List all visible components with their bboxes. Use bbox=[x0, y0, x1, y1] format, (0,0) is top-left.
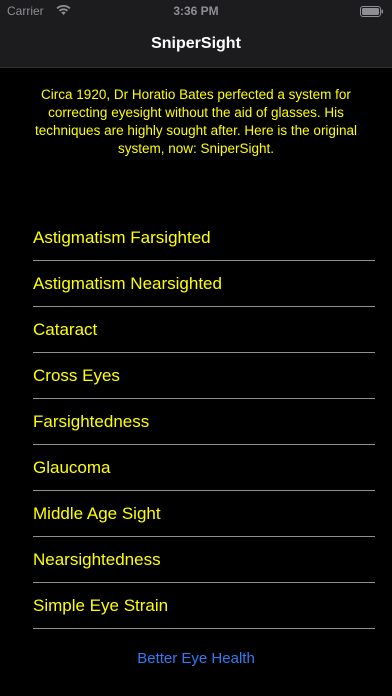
list-item-cross-eyes[interactable]: Cross Eyes bbox=[33, 353, 375, 399]
list-item-astigmatism-nearsighted[interactable]: Astigmatism Nearsighted bbox=[33, 261, 375, 307]
list-item-label: Glaucoma bbox=[33, 458, 111, 477]
clock-label: 3:36 PM bbox=[173, 4, 219, 18]
list-item-label: Nearsightedness bbox=[33, 550, 161, 569]
list-item-astigmatism-farsighted[interactable]: Astigmatism Farsighted bbox=[33, 215, 375, 261]
list-item-label: Astigmatism Nearsighted bbox=[33, 274, 222, 293]
better-eye-health-link[interactable]: Better Eye Health bbox=[0, 650, 392, 667]
status-bar: Carrier 3:36 PM bbox=[0, 0, 392, 22]
condition-list: Astigmatism Farsighted Astigmatism Nears… bbox=[33, 215, 375, 629]
page-title: SniperSight bbox=[151, 35, 241, 52]
intro-text: Circa 1920, Dr Horatio Bates perfected a… bbox=[35, 87, 357, 156]
list-item-glaucoma[interactable]: Glaucoma bbox=[33, 445, 375, 491]
navigation-bar: SniperSight bbox=[0, 22, 392, 68]
list-item-label: Farsightedness bbox=[33, 412, 150, 431]
list-item-label: Simple Eye Strain bbox=[33, 596, 169, 615]
list-item-farsightedness[interactable]: Farsightedness bbox=[33, 399, 375, 445]
list-item-label: Middle Age Sight bbox=[33, 504, 161, 523]
list-item-middle-age-sight[interactable]: Middle Age Sight bbox=[33, 491, 375, 537]
list-item-simple-eye-strain[interactable]: Simple Eye Strain bbox=[33, 583, 375, 629]
list-item-label: Cataract bbox=[33, 320, 98, 339]
list-item-label: Astigmatism Farsighted bbox=[33, 228, 211, 247]
battery-icon bbox=[360, 6, 383, 17]
list-item-nearsightedness[interactable]: Nearsightedness bbox=[33, 537, 375, 583]
list-item-label: Cross Eyes bbox=[33, 366, 120, 385]
list-item-cataract[interactable]: Cataract bbox=[33, 307, 375, 353]
